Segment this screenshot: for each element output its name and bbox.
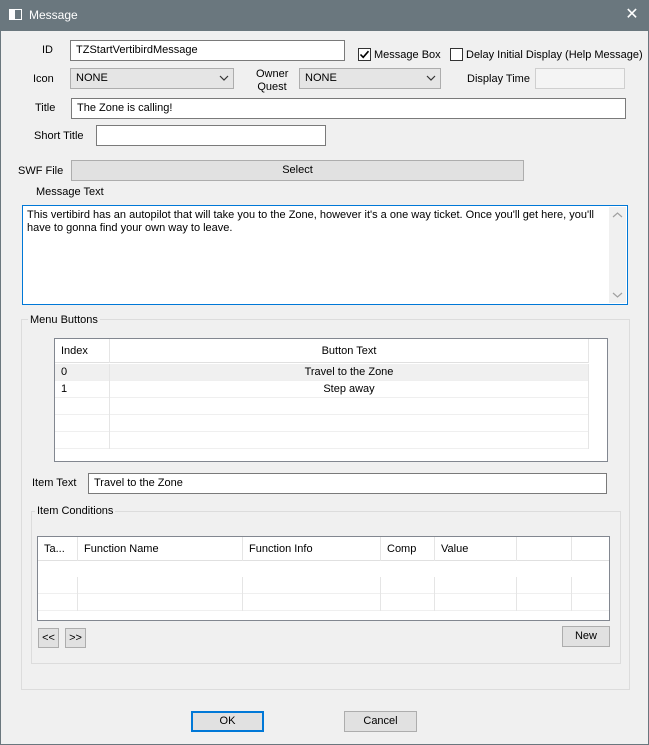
scroll-down-icon[interactable] — [612, 291, 623, 299]
column-header-target[interactable]: Ta... — [38, 537, 78, 561]
chevron-down-icon — [219, 75, 229, 81]
row-button-text: Travel to the Zone — [110, 364, 589, 381]
cancel-button[interactable]: Cancel — [344, 711, 417, 732]
display-time-label: Display Time — [467, 73, 530, 85]
swf-file-label: SWF File — [18, 165, 64, 177]
message-text-area[interactable]: This vertibird has an autopilot that wil… — [22, 205, 628, 305]
row-button-text: Step away — [110, 381, 589, 398]
window-title: Message — [29, 8, 78, 22]
title-bar: Message ✕ — [0, 0, 649, 31]
message-text-label: Message Text — [36, 186, 104, 198]
table-header: Index Button Text — [55, 339, 589, 363]
row-index: 1 — [55, 381, 110, 398]
close-icon[interactable]: ✕ — [620, 4, 644, 26]
column-header-function-info[interactable]: Function Info — [243, 537, 381, 561]
delay-display-label: Delay Initial Display (Help Message) — [466, 49, 643, 61]
message-box-label: Message Box — [374, 49, 441, 61]
column-header-value[interactable]: Value — [435, 537, 517, 561]
table-row-empty — [38, 577, 609, 594]
table-row-empty — [55, 415, 589, 432]
table-row-empty — [38, 611, 609, 620]
table-header: Ta... Function Name Function Info Comp V… — [38, 537, 609, 561]
message-scrollbar[interactable] — [609, 207, 626, 303]
menu-buttons-group-label: Menu Buttons — [28, 314, 100, 326]
item-text-field[interactable]: Travel to the Zone — [88, 473, 607, 494]
message-box-checkbox[interactable] — [358, 48, 371, 61]
owner-quest-select[interactable]: NONE — [299, 68, 441, 89]
column-header-function-name[interactable]: Function Name — [78, 537, 243, 561]
previous-button[interactable]: << — [38, 628, 59, 648]
owner-quest-label-line1: Owner — [256, 68, 289, 80]
icon-select-value: NONE — [76, 72, 108, 84]
scroll-up-icon[interactable] — [612, 211, 623, 219]
table-row[interactable]: 1 Step away — [55, 381, 589, 398]
menu-buttons-table[interactable]: Index Button Text 0 Travel to the Zone 1… — [54, 338, 608, 462]
column-header-button-text[interactable]: Button Text — [110, 339, 589, 363]
column-header-index[interactable]: Index — [55, 339, 110, 363]
column-header-comp[interactable]: Comp — [381, 537, 435, 561]
next-button[interactable]: >> — [65, 628, 86, 648]
item-conditions-group-label: Item Conditions — [35, 505, 116, 517]
row-index: 0 — [55, 364, 110, 381]
item-conditions-table[interactable]: Ta... Function Name Function Info Comp V… — [37, 536, 610, 621]
icon-select[interactable]: NONE — [70, 68, 234, 89]
table-row-empty — [55, 432, 589, 449]
short-title-field[interactable] — [96, 125, 326, 146]
table-row-empty — [38, 594, 609, 611]
message-text-content: This vertibird has an autopilot that wil… — [27, 209, 594, 234]
short-title-label: Short Title — [34, 130, 84, 142]
swf-select-button[interactable]: Select — [71, 160, 524, 181]
delay-display-checkbox[interactable] — [450, 48, 463, 61]
chevron-down-icon — [426, 75, 436, 81]
owner-quest-label-line2: Quest — [257, 81, 287, 93]
window-icon — [9, 9, 22, 20]
title-field[interactable]: The Zone is calling! — [71, 98, 626, 119]
display-time-field[interactable] — [535, 68, 625, 89]
id-label: ID — [42, 44, 53, 56]
checkmark-icon — [359, 50, 370, 59]
table-row[interactable]: 0 Travel to the Zone — [55, 364, 589, 381]
icon-label: Icon — [33, 73, 54, 85]
owner-quest-select-value: NONE — [305, 72, 337, 84]
column-header-extra-2[interactable] — [572, 537, 609, 561]
item-text-label: Item Text — [32, 477, 77, 489]
table-row-empty — [55, 398, 589, 415]
new-condition-button[interactable]: New — [562, 626, 610, 647]
title-label: Title — [35, 102, 56, 114]
id-field[interactable]: TZStartVertibirdMessage — [70, 40, 345, 61]
ok-button[interactable]: OK — [191, 711, 264, 732]
column-header-extra-1[interactable] — [517, 537, 572, 561]
